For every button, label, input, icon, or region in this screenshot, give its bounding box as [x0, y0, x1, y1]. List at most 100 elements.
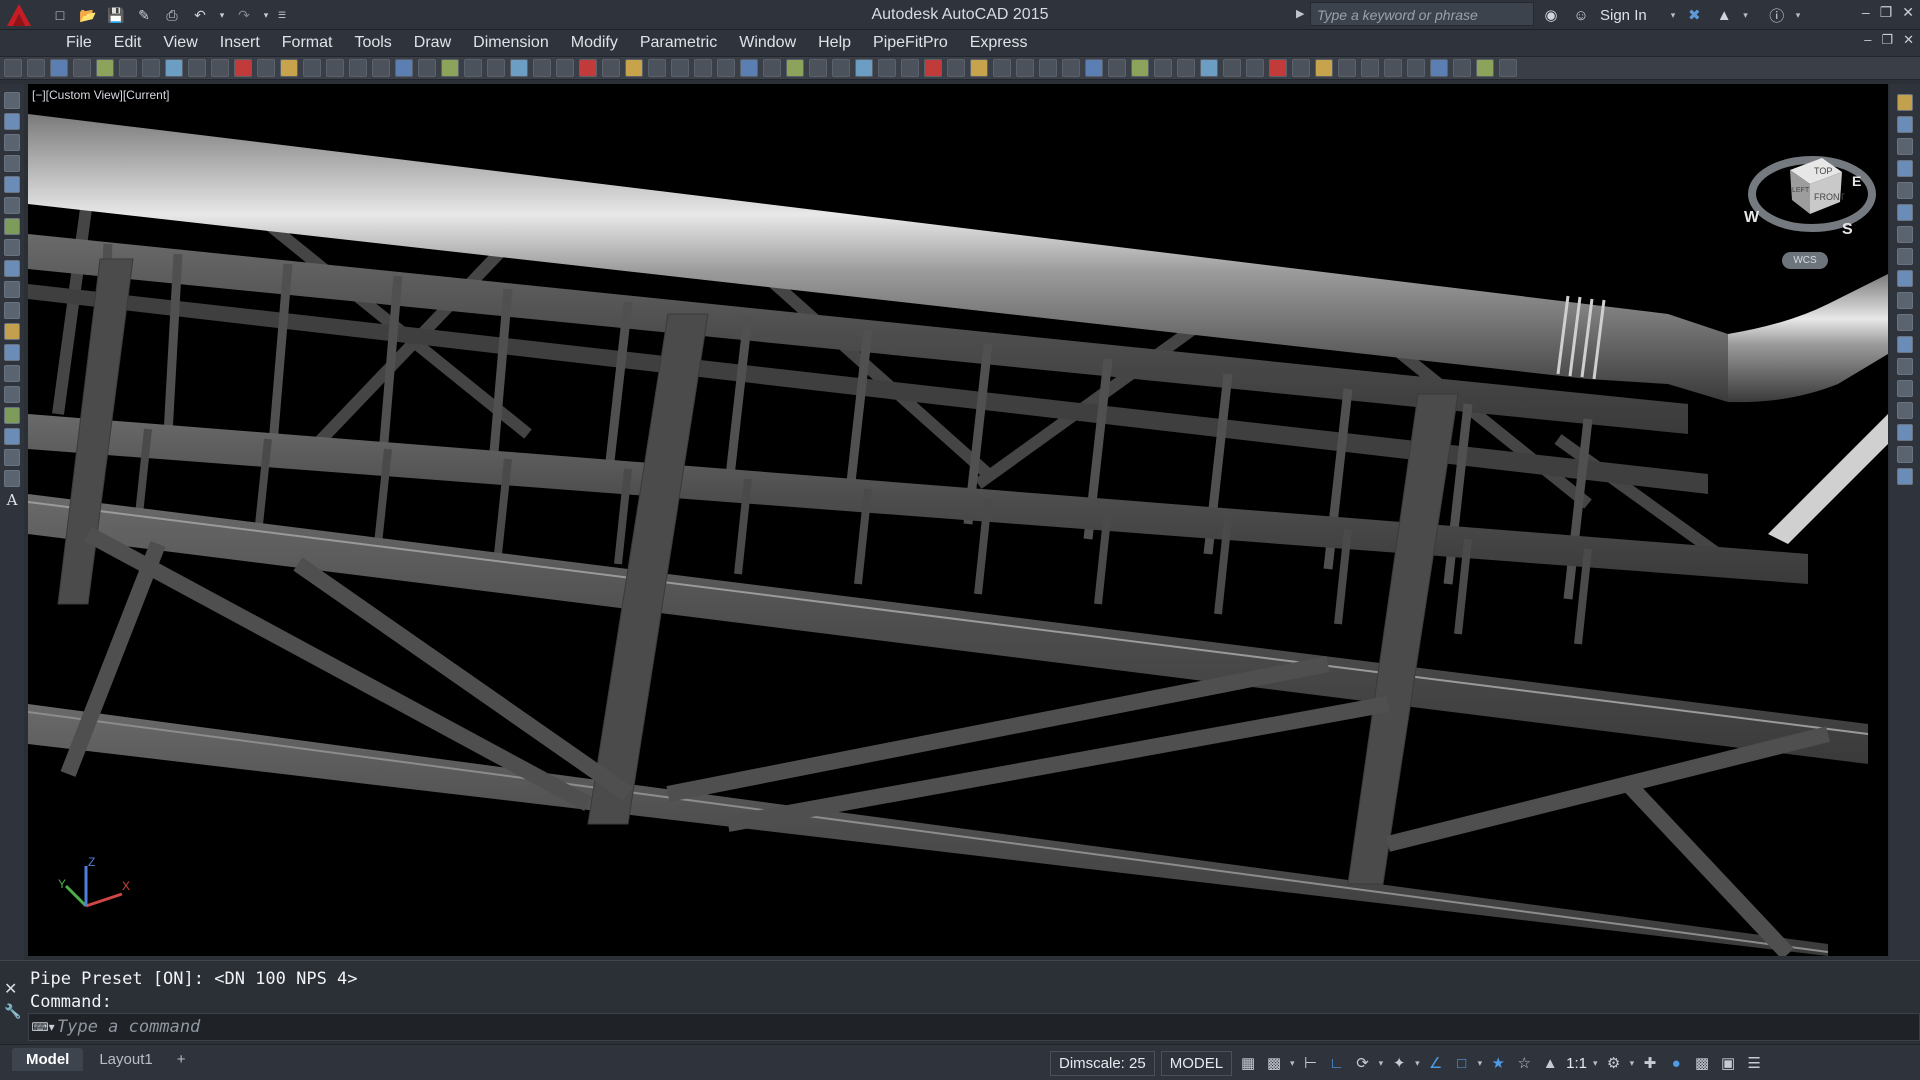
viewcube-front-label[interactable]: FRONT [1814, 192, 1845, 202]
menu-help[interactable]: Help [807, 34, 862, 52]
restore-icon[interactable]: ❐ [1880, 4, 1893, 21]
pipe-tool-icon[interactable] [579, 59, 597, 77]
menu-tools[interactable]: Tools [343, 34, 402, 52]
pipe-tool-icon[interactable] [1062, 59, 1080, 77]
pipe-tool-icon[interactable] [671, 59, 689, 77]
pipe-tool-icon[interactable] [4, 59, 22, 77]
minimize-icon[interactable]: – [1862, 4, 1870, 21]
pipe-tool-icon[interactable] [257, 59, 275, 77]
wcs-menu[interactable]: WCS [1782, 252, 1828, 269]
pipe-tool-icon[interactable] [1016, 59, 1034, 77]
open-icon[interactable]: 📂 [76, 4, 100, 26]
pipe-tool-icon[interactable] [556, 59, 574, 77]
undo-icon[interactable]: ↶ [188, 4, 212, 26]
auto-scale-icon[interactable]: ☆ [1514, 1053, 1534, 1073]
pipe-tool-icon[interactable] [1085, 59, 1103, 77]
pipe-tool-icon[interactable] [395, 59, 413, 77]
snap-dropdown-icon[interactable]: ▾ [1290, 1058, 1295, 1069]
pipe-tool-icon[interactable] [326, 59, 344, 77]
new-icon[interactable]: □ [48, 4, 72, 26]
annotation-scale-icon[interactable]: ▲ [1540, 1053, 1560, 1073]
pipe-tool-icon[interactable] [786, 59, 804, 77]
pipe-tool-icon[interactable] [1131, 59, 1149, 77]
compass-west-label[interactable]: W [1744, 209, 1760, 226]
pipe-tool-icon[interactable] [1269, 59, 1287, 77]
compass-south-label[interactable]: S [1842, 221, 1853, 238]
menu-edit[interactable]: Edit [103, 34, 153, 52]
doc-close-icon[interactable]: ✕ [1903, 32, 1914, 48]
isolate-objects-icon[interactable]: ● [1666, 1053, 1686, 1073]
snap-icon[interactable]: ▩ [1264, 1053, 1284, 1073]
isodraft-icon[interactable]: ✦ [1389, 1053, 1409, 1073]
pipe-tool-icon[interactable] [487, 59, 505, 77]
menu-parametric[interactable]: Parametric [629, 34, 728, 52]
pipe-tool-icon[interactable] [993, 59, 1011, 77]
draw-tool-icon[interactable] [4, 323, 20, 340]
tab-model[interactable]: Model [12, 1048, 84, 1071]
save-as-icon[interactable]: ✎ [132, 4, 156, 26]
draw-tool-icon[interactable] [4, 260, 20, 277]
pipe-tool-icon[interactable] [947, 59, 965, 77]
menu-window[interactable]: Window [728, 34, 807, 52]
draw-tool-icon[interactable] [4, 344, 20, 361]
pipe-tool-icon[interactable] [533, 59, 551, 77]
help-dropdown-icon[interactable]: ▾ [1796, 10, 1801, 21]
pipe-tool-icon[interactable] [740, 59, 758, 77]
menu-draw[interactable]: Draw [403, 34, 462, 52]
draw-tool-icon[interactable] [4, 428, 20, 445]
print-icon[interactable]: ⎙ [160, 4, 184, 26]
pipe-tool-icon[interactable] [1338, 59, 1356, 77]
command-customize-icon[interactable]: 🔧 [4, 1003, 21, 1020]
pipe-tool-icon[interactable] [1407, 59, 1425, 77]
pipe-tool-icon[interactable] [372, 59, 390, 77]
pipe-tool-icon[interactable] [142, 59, 160, 77]
command-input[interactable] [57, 1017, 1557, 1037]
add-layout-tab[interactable]: + [169, 1048, 194, 1071]
ortho-icon[interactable]: ∟ [1327, 1053, 1347, 1073]
pipe-tool-icon[interactable] [1430, 59, 1448, 77]
annotation-scale-dropdown-icon[interactable]: ▾ [1593, 1058, 1598, 1069]
draw-tool-icon[interactable] [4, 92, 20, 109]
workspace-dropdown-icon[interactable]: ▾ [1630, 1058, 1635, 1069]
model-space-button[interactable]: MODEL [1160, 1050, 1233, 1076]
modify-tool-icon[interactable] [1897, 336, 1913, 353]
pipe-tool-icon[interactable] [625, 59, 643, 77]
pipe-tool-icon[interactable] [1315, 59, 1333, 77]
pipe-tool-icon[interactable] [73, 59, 91, 77]
annotation-monitor-icon[interactable]: ✚ [1640, 1053, 1660, 1073]
polar-dropdown-icon[interactable]: ▾ [1379, 1058, 1384, 1069]
doc-minimize-icon[interactable]: – [1864, 32, 1871, 48]
modify-tool-icon[interactable] [1897, 358, 1913, 375]
modify-tool-icon[interactable] [1897, 424, 1913, 441]
draw-tool-icon[interactable] [4, 386, 20, 403]
modify-tool-icon[interactable] [1897, 182, 1913, 199]
draw-tool-icon[interactable] [4, 113, 20, 130]
modify-tool-icon[interactable] [1897, 94, 1913, 111]
redo-dropdown-icon[interactable]: ▾ [260, 4, 272, 26]
draw-tool-icon[interactable] [4, 407, 20, 424]
pipe-tool-icon[interactable] [878, 59, 896, 77]
pipe-tool-icon[interactable] [1200, 59, 1218, 77]
pipe-tool-icon[interactable] [1246, 59, 1264, 77]
draw-tool-icon[interactable] [4, 449, 20, 466]
modify-tool-icon[interactable] [1897, 402, 1913, 419]
pipe-tool-icon[interactable] [1453, 59, 1471, 77]
drawing-viewport[interactable]: [−][Custom View][Current] TOP FRONT LEFT… [28, 84, 1888, 956]
pipe-tool-icon[interactable] [1292, 59, 1310, 77]
pipe-tool-icon[interactable] [441, 59, 459, 77]
modify-tool-icon[interactable] [1897, 226, 1913, 243]
menu-dimension[interactable]: Dimension [462, 34, 560, 52]
modify-tool-icon[interactable] [1897, 204, 1913, 221]
menu-format[interactable]: Format [271, 34, 344, 52]
modify-tool-icon[interactable] [1897, 446, 1913, 463]
modify-tool-icon[interactable] [1897, 380, 1913, 397]
pipe-tool-icon[interactable] [27, 59, 45, 77]
dimscale-field[interactable]: Dimscale: 25 [1050, 1050, 1155, 1076]
customization-icon[interactable]: ☰ [1744, 1053, 1764, 1073]
draw-tool-icon[interactable] [4, 281, 20, 298]
user-icon[interactable]: ☺ [1570, 4, 1592, 26]
app-logo-icon[interactable] [0, 0, 38, 30]
draw-tool-icon[interactable] [4, 134, 20, 151]
tab-layout1[interactable]: Layout1 [85, 1048, 166, 1071]
pipe-tool-icon[interactable] [165, 59, 183, 77]
